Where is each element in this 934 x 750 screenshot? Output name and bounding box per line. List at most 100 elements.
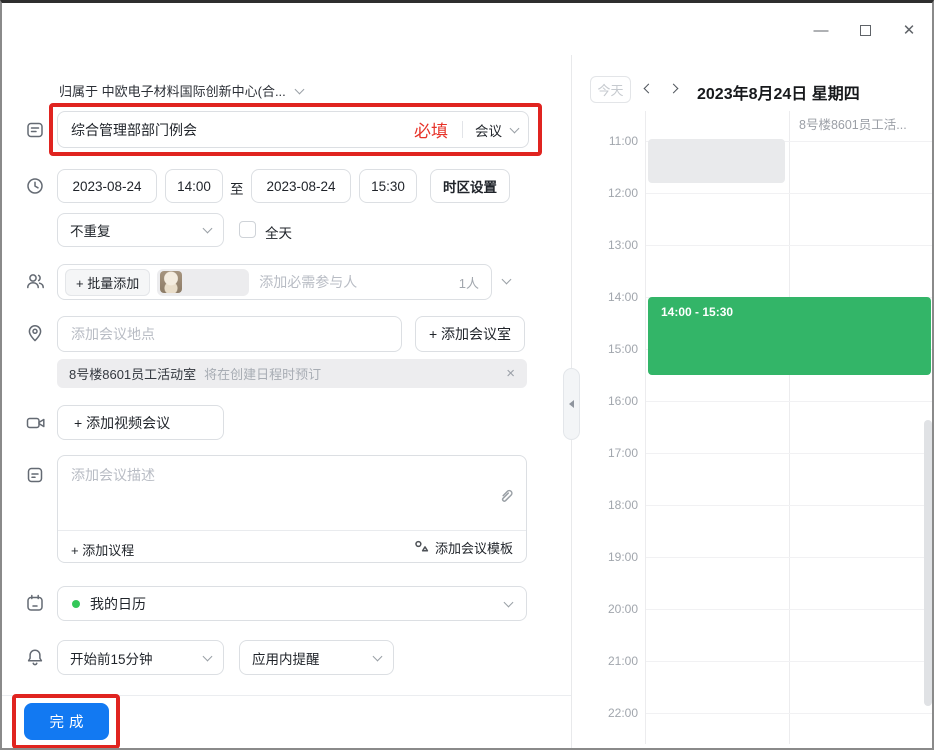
hour-line — [646, 505, 934, 506]
maximize-icon — [860, 25, 871, 36]
description-icon — [26, 466, 44, 489]
hour-line — [646, 453, 934, 454]
hour-label: 13:00 — [588, 238, 638, 252]
template-icon — [414, 539, 429, 557]
owner-label: 归属于 中欧电子材料国际创新中心(合... — [59, 81, 286, 100]
grid-vline-columns — [789, 111, 790, 744]
add-template-button[interactable]: 添加会议模板 — [414, 538, 513, 557]
end-date-input[interactable]: 2023-08-24 — [251, 169, 351, 203]
add-agenda-button[interactable]: + 添加议程 — [71, 540, 134, 559]
room-tag-close-icon[interactable]: × — [506, 365, 515, 382]
add-room-label: + 添加会议室 — [429, 324, 511, 344]
reminder-method-value: 应用内提醒 — [252, 648, 320, 668]
today-button[interactable]: 今天 — [590, 76, 631, 103]
room-tag: 8号楼8601员工活动室 将在创建日程时预订 × — [57, 359, 527, 388]
video-camera-icon — [26, 414, 46, 437]
required-badge: 必填 — [414, 117, 448, 142]
hour-line — [646, 661, 934, 662]
hour-line — [646, 193, 934, 194]
hour-label: 16:00 — [588, 394, 638, 408]
hour-line — [646, 713, 934, 714]
batch-add-button[interactable]: + 批量添加 — [65, 269, 150, 296]
room-column-header: 8号楼8601员工活... — [799, 114, 931, 133]
calendar-select[interactable]: 我的日历 — [57, 586, 527, 621]
event-time-label: 14:00 - 15:30 — [661, 305, 733, 319]
end-time-value: 15:30 — [371, 179, 405, 194]
hour-label: 11:00 — [588, 134, 638, 148]
grid-vline-gutter — [645, 111, 646, 744]
timezone-label: 时区设置 — [443, 176, 497, 196]
event-title-icon — [26, 121, 44, 144]
event-type-select[interactable]: 会议 — [475, 120, 502, 140]
chevron-down-icon[interactable] — [510, 123, 520, 133]
hour-line — [646, 609, 934, 610]
calendar-color-dot — [72, 600, 80, 608]
location-pin-icon — [26, 324, 44, 348]
location-field — [57, 316, 402, 352]
hour-line — [646, 245, 934, 246]
participant-chip[interactable] — [157, 269, 249, 296]
start-date-input[interactable]: 2023-08-24 — [57, 169, 157, 203]
calendar-icon — [26, 594, 44, 617]
description-divider — [58, 530, 526, 531]
participant-count: 1人 — [459, 273, 479, 292]
clock-icon — [26, 177, 44, 200]
room-tag-name: 8号楼8601员工活动室 — [69, 364, 196, 383]
batch-add-label: + 批量添加 — [76, 273, 139, 292]
location-input[interactable] — [71, 326, 388, 342]
attachment-paperclip-icon[interactable] — [497, 488, 513, 509]
hour-label: 19:00 — [588, 550, 638, 564]
repeat-select[interactable]: 不重复 — [57, 213, 224, 247]
hour-line — [646, 557, 934, 558]
field-divider — [462, 121, 463, 138]
reminder-time-select[interactable]: 开始前15分钟 — [57, 640, 224, 675]
submit-button[interactable]: 完成 — [24, 703, 109, 740]
calendar-scrollbar[interactable] — [924, 420, 932, 706]
add-template-label: 添加会议模板 — [435, 538, 513, 557]
hour-label: 12:00 — [588, 186, 638, 200]
to-label: 至 — [230, 178, 244, 198]
minimize-button[interactable]: — — [810, 19, 832, 41]
prev-day-icon[interactable] — [644, 84, 654, 94]
add-video-button[interactable]: + 添加视频会议 — [57, 405, 224, 440]
chevron-down-icon — [203, 651, 213, 661]
hour-label: 18:00 — [588, 498, 638, 512]
all-day-checkbox[interactable] — [239, 221, 256, 238]
title-input[interactable] — [71, 122, 414, 138]
add-video-label: + 添加视频会议 — [74, 413, 170, 433]
calendar-event-window: — ✕ 归属于 中欧电子材料国际创新中心(合... 必填 会议 2023-08-… — [0, 0, 934, 750]
owner-row[interactable]: 归属于 中欧电子材料国际创新中心(合... — [59, 81, 303, 100]
description-input[interactable] — [71, 465, 491, 523]
hour-label: 21:00 — [588, 654, 638, 668]
timezone-button[interactable]: 时区设置 — [430, 169, 510, 203]
participants-expand-chevron-icon[interactable] — [502, 275, 512, 285]
participant-avatar — [160, 271, 182, 293]
start-time-input[interactable]: 14:00 — [165, 169, 223, 203]
participants-field[interactable]: + 批量添加 添加必需参与人 1人 — [57, 264, 492, 300]
calendar-select-value: 我的日历 — [90, 594, 146, 614]
new-event-block[interactable]: 14:00 - 15:30 — [648, 297, 931, 375]
all-day-label: 全天 — [265, 222, 292, 242]
day-view-date-title: 2023年8月24日 星期四 — [697, 80, 860, 104]
hour-label: 15:00 — [588, 342, 638, 356]
busy-time-block[interactable] — [648, 139, 785, 183]
hour-label: 17:00 — [588, 446, 638, 460]
maximize-button[interactable] — [854, 19, 876, 41]
description-box: + 添加议程 添加会议模板 — [57, 455, 527, 563]
next-day-icon[interactable] — [669, 84, 679, 94]
reminder-method-select[interactable]: 应用内提醒 — [239, 640, 394, 675]
add-room-button[interactable]: + 添加会议室 — [415, 316, 525, 352]
participants-icon — [26, 272, 45, 295]
close-button[interactable]: ✕ — [898, 19, 920, 41]
today-label: 今天 — [597, 80, 623, 99]
footer-divider — [2, 695, 571, 696]
window-controls: — ✕ — [810, 19, 920, 41]
room-tag-note: 将在创建日程时预订 — [204, 364, 321, 383]
end-time-input[interactable]: 15:30 — [359, 169, 417, 203]
participants-placeholder: 添加必需参与人 — [259, 272, 357, 292]
reminder-time-value: 开始前15分钟 — [70, 648, 153, 668]
submit-label: 完成 — [50, 711, 89, 732]
hour-line — [646, 401, 934, 402]
add-agenda-label: + 添加议程 — [71, 543, 134, 558]
panel-collapse-handle[interactable] — [563, 368, 580, 440]
